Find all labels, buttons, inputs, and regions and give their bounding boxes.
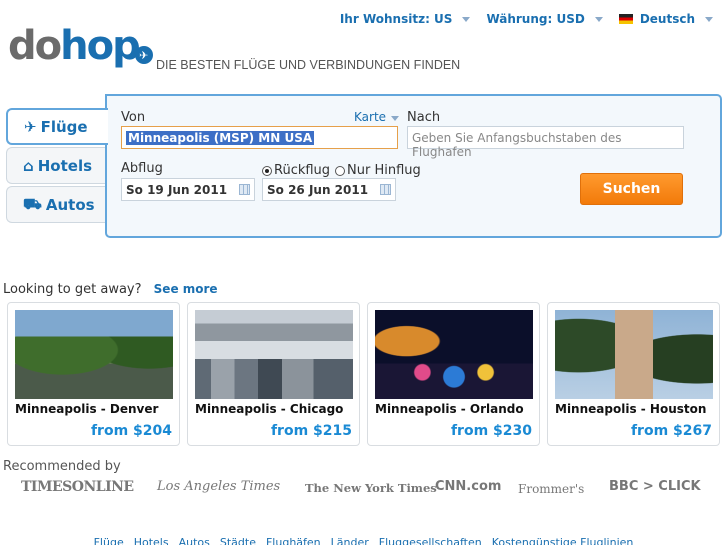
residence-selector[interactable]: Ihr Wohnsitz: US [340,12,471,26]
deal-route: Minneapolis - Orlando [375,402,524,416]
to-label: Nach [407,110,441,125]
tab-flights-label: Flüge [40,117,88,136]
deal-price: from $267 [630,423,712,439]
oneway-radio[interactable]: Nur Hinflug [335,163,421,178]
house-icon: ⌂ [23,156,34,175]
footer-link-cars[interactable]: Autos [179,536,210,545]
return-date-value: So 26 Jun 2011 [267,182,369,197]
plane-logo-icon: ✈ [134,46,153,64]
deals-heading-row: Looking to get away? See more [3,282,218,297]
press-logo-cnn: CNN.com [435,479,502,494]
language-selector[interactable]: Deutsch [618,12,713,26]
deal-price: from $230 [450,423,532,439]
currency-label: Währung: USD [486,12,585,26]
press-logo-timesonline: TIMESONLINE [21,479,134,495]
deal-card[interactable]: Minneapolis - Houston from $267 [547,302,720,446]
footer-link-airports[interactable]: Flughäfen [266,536,321,545]
press-logo-bbc-click: BBC > CLICK [609,479,701,494]
deal-card[interactable]: Minneapolis - Orlando from $230 [367,302,540,446]
chevron-down-icon [391,116,400,121]
to-input-placeholder: Geben Sie Anfangsbuchstaben des Flughafe… [412,131,622,159]
deal-route: Minneapolis - Houston [555,402,707,416]
footer-link-airlines[interactable]: Fluggesellschaften [379,536,482,545]
depart-date-input[interactable]: So 19 Jun 2011 [121,178,255,201]
top-bar: Ihr Wohnsitz: US Währung: USD Deutsch [340,12,713,26]
tab-cars[interactable]: ⛟ Autos [6,186,106,223]
return-radio[interactable]: Rückflug [262,163,330,178]
chevron-down-icon [705,16,713,22]
footer-link-flights[interactable]: Flüge [94,536,124,545]
deal-route: Minneapolis - Denver [15,402,159,416]
residence-label: Ihr Wohnsitz: US [339,12,453,26]
calendar-icon[interactable] [239,184,250,195]
deal-route: Minneapolis - Chicago [195,402,344,416]
tab-cars-label: Autos [45,195,95,214]
chevron-down-icon [594,16,603,22]
footer-link-countries[interactable]: Länder [331,536,369,545]
press-logo-nytimes: The New York Times [305,481,437,495]
to-input[interactable]: Geben Sie Anfangsbuchstaben des Flughafe… [407,126,684,159]
deal-photo [375,310,533,399]
return-date-input[interactable]: So 26 Jun 2011 [262,178,396,201]
footer-link-hotels[interactable]: Hotels [134,536,169,545]
deals-heading: Looking to get away? [3,282,142,297]
footer-link-lowcost[interactable]: Kostengünstige Fluglinien [492,536,634,545]
oneway-radio-label: Nur Hinflug [347,163,421,178]
language-label: Deutsch [639,12,695,26]
map-link[interactable]: Karte [354,110,400,124]
logo-text: dohop [8,23,141,69]
deal-card[interactable]: Minneapolis - Chicago from $215 [187,302,360,446]
search-button[interactable]: Suchen [580,173,683,205]
calendar-icon[interactable] [380,184,391,195]
german-flag-icon [618,14,633,24]
deal-price: from $204 [90,423,172,439]
flight-search-panel: Von Karte Nach Minneapolis (MSP) MN USA … [105,94,722,238]
from-input[interactable]: Minneapolis (MSP) MN USA [121,126,398,149]
press-logo-latimes: Los Angeles Times [157,479,281,494]
plane-icon: ✈ [24,117,37,136]
deal-price: from $215 [270,423,352,439]
logo[interactable]: dohop ✈ [8,26,153,66]
press-logo-frommers: Frommer's [518,482,585,496]
from-input-value: Minneapolis (MSP) MN USA [126,131,315,145]
radio-empty-icon [335,165,345,176]
deal-photo [555,310,713,399]
see-more-link[interactable]: See more [154,282,218,296]
tab-hotels[interactable]: ⌂ Hotels [6,147,106,184]
deal-photo [15,310,173,399]
car-icon: ⛟ [23,194,42,213]
return-radio-label: Rückflug [274,163,331,178]
depart-date-value: So 19 Jun 2011 [126,182,228,197]
footer-link-cities[interactable]: Städte [220,536,256,545]
currency-selector[interactable]: Währung: USD [486,12,603,26]
footer-links: Flüge Hotels Autos Städte Flughäfen Länd… [0,536,727,545]
recommended-heading: Recommended by [3,459,121,474]
chevron-down-icon [462,16,471,22]
from-label: Von [121,110,146,125]
deal-card[interactable]: Minneapolis - Denver from $204 [7,302,180,446]
deal-photo [195,310,353,399]
tagline: DIE BESTEN FLÜGE UND VERBINDUNGEN FINDEN [156,58,461,72]
tab-flights[interactable]: ✈ Flüge [6,108,108,145]
radio-selected-icon [262,165,272,176]
depart-label: Abflug [121,161,163,176]
tab-hotels-label: Hotels [37,156,93,175]
